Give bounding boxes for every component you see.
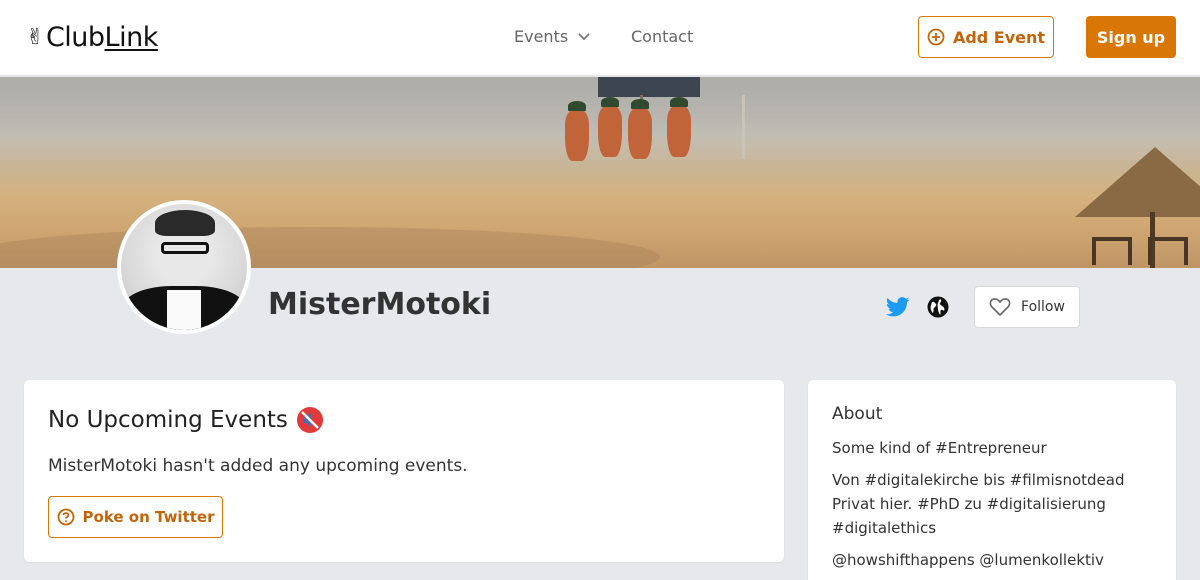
profile-avatar bbox=[117, 200, 251, 334]
nav-events-dropdown[interactable]: Events bbox=[514, 27, 590, 46]
follow-button[interactable]: Follow bbox=[974, 286, 1080, 328]
site-header: ✌ Club Link Events Contact Add Event Sig… bbox=[0, 0, 1200, 76]
nav-contact-link[interactable]: Contact bbox=[631, 27, 693, 46]
about-line-1: Some kind of #Entrepreneur bbox=[832, 439, 1047, 457]
poke-on-twitter-button[interactable]: Poke on Twitter bbox=[48, 496, 223, 538]
about-line-3: @howshifthappens @lumenkollektiv bbox=[832, 551, 1104, 569]
upcoming-events-card: No Upcoming Events MisterMotoki hasn't a… bbox=[24, 380, 784, 562]
profile-name: MisterMotoki bbox=[268, 287, 492, 322]
about-line-2: Von #digitalekirche bis #filmisnotdead P… bbox=[832, 471, 1125, 537]
sign-up-button[interactable]: Sign up bbox=[1086, 16, 1176, 58]
events-heading: No Upcoming Events bbox=[48, 406, 324, 434]
clublink-logo[interactable]: ✌ Club Link bbox=[26, 22, 158, 53]
follow-label: Follow bbox=[1021, 299, 1065, 315]
heart-icon bbox=[989, 298, 1011, 317]
logo-text-link: Link bbox=[104, 22, 159, 53]
question-circle-icon bbox=[57, 508, 74, 526]
logo-text-club: Club bbox=[45, 22, 105, 53]
peace-hand-icon: ✌ bbox=[26, 25, 44, 50]
plus-circle-icon bbox=[927, 28, 945, 46]
chevron-down-icon bbox=[578, 32, 590, 40]
about-heading: About bbox=[832, 404, 883, 424]
no-events-message: MisterMotoki hasn't added any upcoming e… bbox=[48, 456, 468, 476]
about-card: About Some kind of #Entrepreneur Von #di… bbox=[808, 380, 1176, 580]
poke-label: Poke on Twitter bbox=[82, 508, 215, 526]
add-event-button[interactable]: Add Event bbox=[918, 16, 1054, 58]
events-title-text: No Upcoming Events bbox=[48, 407, 288, 433]
muted-speaker-icon bbox=[296, 407, 323, 433]
nav-events-label: Events bbox=[514, 27, 569, 46]
globe-icon[interactable] bbox=[927, 296, 949, 318]
add-event-label: Add Event bbox=[952, 27, 1046, 47]
twitter-icon[interactable] bbox=[886, 296, 910, 318]
about-body: Some kind of #Entrepreneur Von #digitale… bbox=[832, 436, 1132, 580]
banner-sign bbox=[598, 77, 700, 97]
